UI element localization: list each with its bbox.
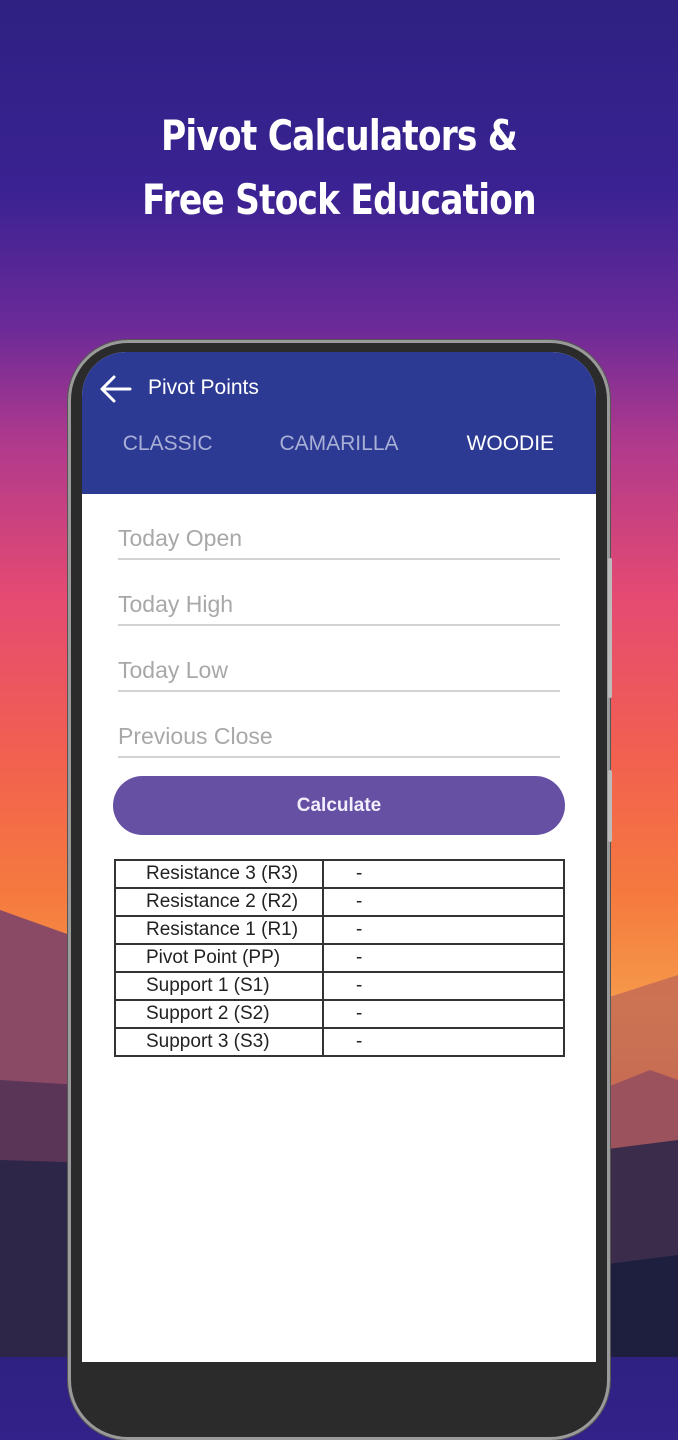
result-value: - — [322, 1027, 565, 1057]
today-high-input[interactable] — [118, 591, 560, 626]
previous-close-input[interactable] — [118, 723, 560, 758]
arrow-left-icon[interactable] — [98, 374, 132, 404]
volume-button — [608, 558, 612, 698]
result-label: Resistance 1 (R1) — [114, 915, 324, 945]
app-screen: Pivot Points CLASSIC CAMARILLA WOODIE Ca… — [82, 352, 596, 1362]
page-title: Pivot Points — [148, 376, 259, 399]
promo-headline: Pivot Calculators & Free Stock Education — [61, 104, 617, 232]
pivot-type-tabs: CLASSIC CAMARILLA WOODIE — [82, 426, 596, 462]
headline-line-2: Free Stock Education — [142, 175, 536, 224]
today-open-field — [118, 494, 560, 560]
results-table: Resistance 3 (R3) - Resistance 2 (R2) - Re… — [114, 859, 565, 1057]
table-row: Support 1 (S1) - — [114, 971, 565, 1001]
result-label: Support 3 (S3) — [114, 1027, 324, 1057]
table-row: Support 3 (S3) - — [114, 1027, 565, 1057]
headline-line-1: Pivot Calculators & — [161, 111, 518, 160]
power-button — [608, 770, 612, 842]
result-value: - — [322, 971, 565, 1001]
tab-camarilla[interactable]: CAMARILLA — [253, 426, 424, 462]
result-value: - — [322, 943, 565, 973]
tab-woodie[interactable]: WOODIE — [425, 426, 596, 462]
today-low-field — [118, 626, 560, 692]
result-value: - — [322, 859, 565, 889]
calculate-button[interactable]: Calculate — [113, 776, 565, 835]
result-label: Support 1 (S1) — [114, 971, 324, 1001]
input-form — [82, 494, 596, 758]
result-label: Resistance 3 (R3) — [114, 859, 324, 889]
result-label: Resistance 2 (R2) — [114, 887, 324, 917]
today-low-input[interactable] — [118, 657, 560, 692]
result-value: - — [322, 915, 565, 945]
app-bar: Pivot Points CLASSIC CAMARILLA WOODIE — [82, 352, 596, 494]
table-row: Pivot Point (PP) - — [114, 943, 565, 973]
today-open-input[interactable] — [118, 525, 560, 560]
table-row: Support 2 (S2) - — [114, 999, 565, 1029]
result-value: - — [322, 887, 565, 917]
tab-classic[interactable]: CLASSIC — [82, 426, 253, 462]
table-row: Resistance 3 (R3) - — [114, 859, 565, 889]
table-row: Resistance 2 (R2) - — [114, 887, 565, 917]
result-label: Pivot Point (PP) — [114, 943, 324, 973]
today-high-field — [118, 560, 560, 626]
table-row: Resistance 1 (R1) - — [114, 915, 565, 945]
previous-close-field — [118, 692, 560, 758]
result-value: - — [322, 999, 565, 1029]
result-label: Support 2 (S2) — [114, 999, 324, 1029]
